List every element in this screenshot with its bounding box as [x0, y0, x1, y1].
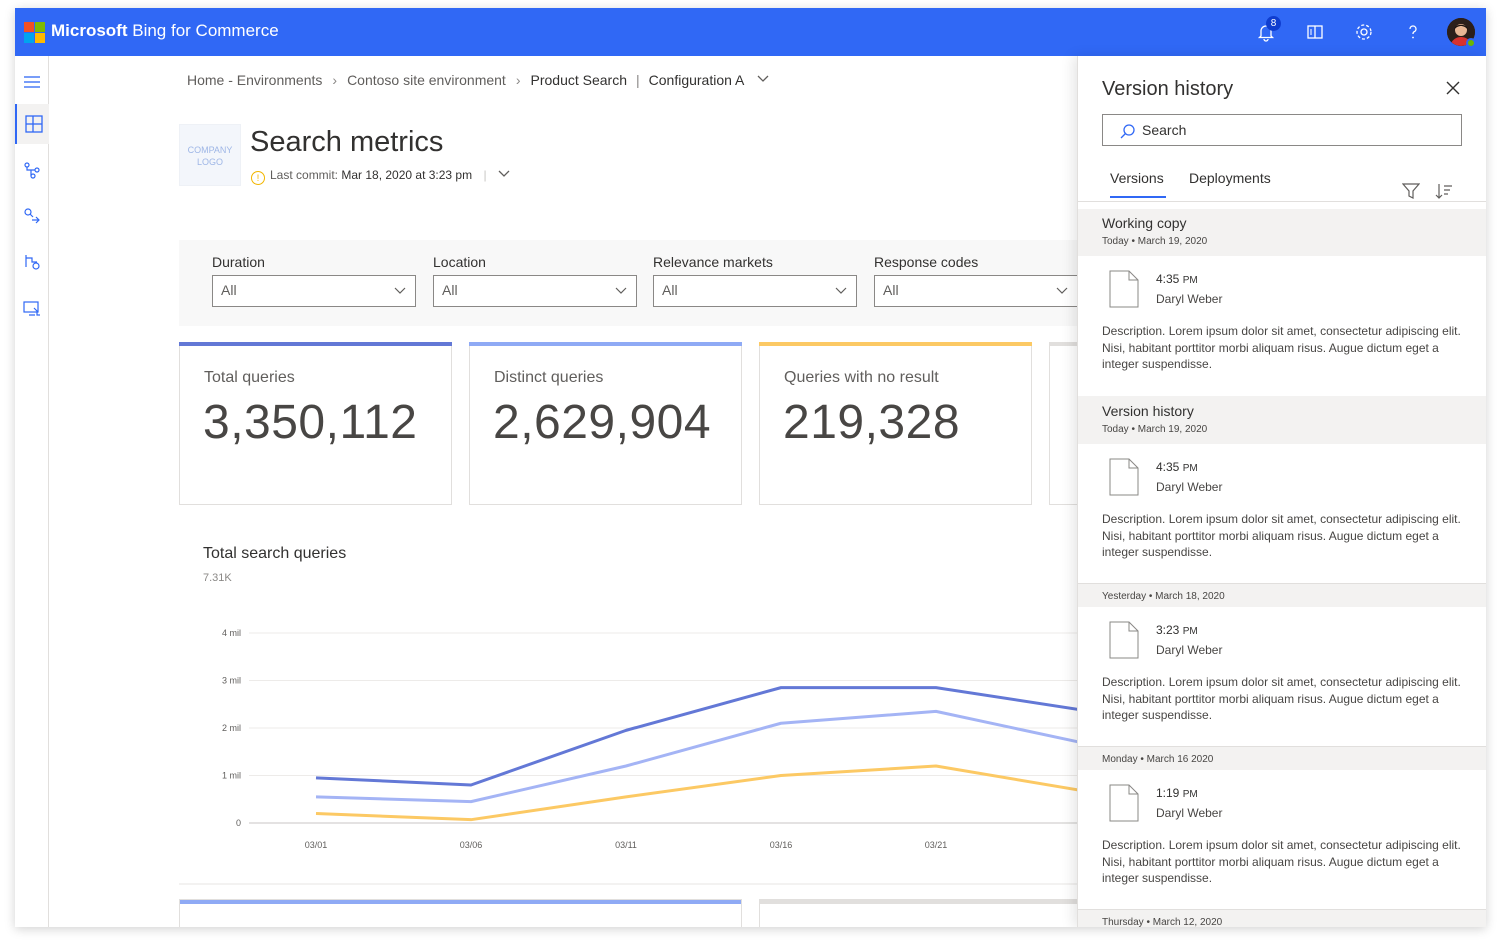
filter-icon[interactable]: [1401, 182, 1421, 200]
version-entry[interactable]: 3:23 PM Daryl Weber Description. Lorem i…: [1078, 607, 1486, 745]
book-icon[interactable]: [1303, 20, 1327, 44]
filter-location: Location All: [433, 254, 637, 307]
nav-item-flow[interactable]: [15, 150, 49, 190]
chevron-down-icon[interactable]: [498, 170, 510, 178]
document-icon: [1109, 621, 1139, 659]
date-header: Thursday • March 12, 2020: [1078, 909, 1486, 927]
dashboard-icon: [25, 115, 43, 133]
app-window: Microsoft Bing for Commerce 8 Home - Env…: [15, 8, 1486, 927]
bottom-card-right: [759, 899, 1089, 927]
nav-item-dashboard[interactable]: [15, 104, 49, 144]
x-tick-label: 03/16: [770, 840, 793, 850]
version-entry[interactable]: 4:35 PM Daryl Weber Description. Lorem i…: [1078, 444, 1486, 582]
y-tick-label: 1 mil: [222, 771, 241, 781]
nav-item-sync[interactable]: [15, 242, 49, 282]
chevron-down-icon[interactable]: [757, 75, 769, 83]
x-tick-label: 03/01: [305, 840, 328, 850]
tab-versions[interactable]: Versions: [1110, 170, 1164, 186]
search-box: [1102, 114, 1462, 146]
top-bar: Microsoft Bing for Commerce 8: [15, 8, 1486, 56]
version-entry[interactable]: 4:35 PM Daryl Weber Description. Lorem i…: [1078, 256, 1486, 394]
breadcrumb-config[interactable]: Configuration A: [649, 72, 745, 88]
notification-count-badge: 8: [1266, 16, 1281, 31]
location-dropdown[interactable]: All: [433, 275, 637, 307]
filter-duration: Duration All: [212, 254, 416, 307]
close-icon[interactable]: [1445, 80, 1461, 96]
rules-icon: [24, 208, 40, 224]
divider: [1078, 201, 1486, 202]
version-history-panel: Version history Versions Deployments Wor…: [1077, 56, 1486, 927]
date-header: Monday • March 16 2020: [1078, 746, 1486, 770]
filter-relevance-markets: Relevance markets All: [653, 254, 857, 307]
line-chart: 0 1 mil 2 mil 3 mil 4 mil 03/01 03/06 03/11 03/1…: [222, 628, 1077, 850]
x-tick-label: 03/11: [615, 840, 637, 850]
nav-item-monitor[interactable]: [15, 288, 49, 328]
search-input[interactable]: [1142, 120, 1442, 140]
presence-status-icon: [1466, 38, 1476, 48]
panel-title: Version history: [1102, 78, 1234, 100]
hamburger-icon: [24, 76, 40, 88]
page-title: Search metrics: [250, 126, 444, 158]
search-icon: [1120, 124, 1135, 139]
nav-item-rules[interactable]: [15, 196, 49, 236]
chevron-right-icon: ›: [332, 72, 338, 88]
chevron-down-icon: [835, 287, 847, 294]
tab-deployments[interactable]: Deployments: [1189, 170, 1271, 186]
card-total-queries: Total queries 3,350,112: [179, 342, 452, 505]
breadcrumb: Home - Environments › Contoso site environ…: [187, 72, 769, 88]
y-tick-label: 2 mil: [222, 723, 241, 733]
series-line-3: [315, 764, 1077, 822]
document-icon: [1109, 784, 1139, 822]
card-queries-no-result: Queries with no result 219,328: [759, 342, 1032, 505]
left-navigation: [15, 56, 49, 927]
warning-icon: !: [251, 171, 265, 185]
duration-dropdown[interactable]: All: [212, 275, 416, 307]
x-tick-label: 03/21: [925, 840, 948, 850]
chevron-down-icon: [394, 287, 406, 294]
card-distinct-queries: Distinct queries 2,629,904: [469, 342, 742, 505]
document-icon: [1109, 270, 1139, 308]
chart-subtitle: 7.31K: [203, 572, 232, 584]
section-working-copy: Working copy Today • March 19, 2020: [1078, 209, 1486, 256]
breadcrumb-home[interactable]: Home - Environments: [187, 72, 322, 88]
sort-icon[interactable]: [1435, 182, 1453, 200]
filter-bar: Duration All Location All Relevance mark…: [179, 240, 1079, 326]
hamburger-menu-button[interactable]: [15, 62, 49, 102]
breadcrumb-site[interactable]: Contoso site environment: [347, 72, 506, 88]
settings-gear-icon[interactable]: [1352, 20, 1376, 44]
app-title[interactable]: Microsoft Bing for Commerce: [51, 21, 279, 41]
response-codes-dropdown[interactable]: All: [874, 275, 1078, 307]
x-tick-label: 03/06: [460, 840, 483, 850]
chart-title: Total search queries: [203, 545, 347, 562]
bottom-card-left: [179, 899, 742, 927]
divider: [179, 883, 1079, 885]
version-entry[interactable]: 1:19 PM Daryl Weber Description. Lorem i…: [1078, 770, 1486, 908]
y-tick-label: 4 mil: [222, 628, 241, 638]
active-tab-indicator: [1110, 196, 1166, 198]
chevron-down-icon: [1056, 287, 1068, 294]
last-commit: ! Last commit: Mar 18, 2020 at 3:23 pm |: [251, 168, 510, 185]
microsoft-logo-icon: [24, 22, 45, 43]
breadcrumb-product[interactable]: Product Search: [531, 72, 628, 88]
help-icon[interactable]: [1401, 20, 1425, 44]
relevance-markets-dropdown[interactable]: All: [653, 275, 857, 307]
sync-icon: [25, 255, 40, 270]
chevron-right-icon: ›: [515, 72, 521, 88]
filter-response-codes: Response codes All: [874, 254, 1078, 307]
y-tick-label: 0: [236, 818, 241, 828]
breadcrumb-divider: |: [636, 72, 640, 88]
y-tick-label: 3 mil: [222, 676, 241, 686]
date-header: Yesterday • March 18, 2020: [1078, 583, 1486, 607]
chevron-down-icon: [615, 287, 627, 294]
monitor-icon: [23, 301, 40, 316]
document-icon: [1109, 458, 1139, 496]
company-logo: COMPANY LOGO: [179, 124, 241, 186]
flow-icon: [24, 162, 40, 179]
section-version-history: Version history Today • March 19, 2020: [1078, 396, 1486, 444]
